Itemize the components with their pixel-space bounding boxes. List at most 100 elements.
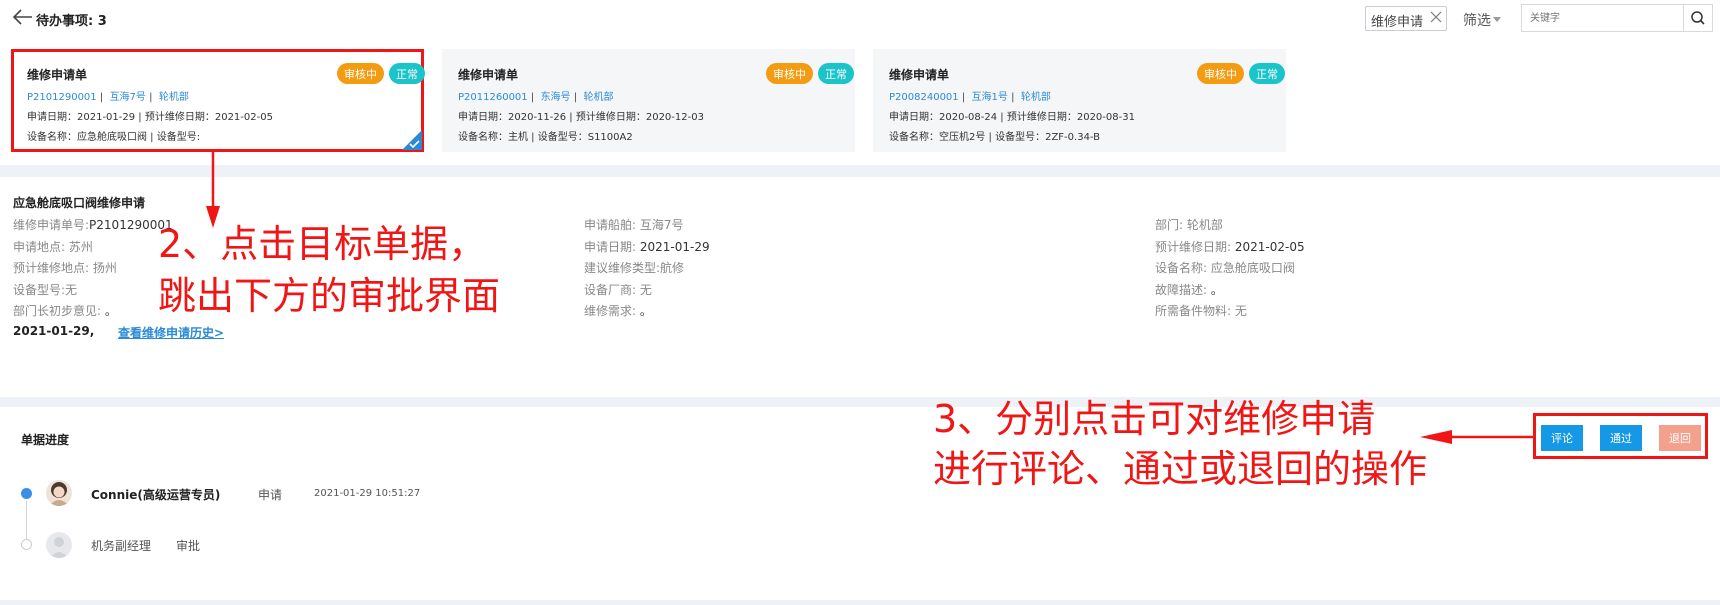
card-title: 维修申请单: [27, 68, 88, 82]
search-icon: [1691, 11, 1705, 25]
card-department-link[interactable]: 轮机部: [159, 92, 189, 103]
avatar: [46, 480, 72, 506]
progress-title: 单据进度: [21, 433, 70, 447]
filter-dropdown[interactable]: 筛选: [1463, 10, 1501, 30]
annotation-step2: 2、点击目标单据， 跳出下方的审批界面: [158, 218, 500, 322]
field-value: 互海7号: [636, 218, 684, 232]
bottom-divider: [0, 600, 1720, 605]
field-label: 部门:: [1155, 218, 1184, 232]
detail-field: 设备厂商: 无: [584, 281, 652, 298]
annotation-step3: 3、分别点击可对维修申请 进行评论、通过或退回的操作: [933, 394, 1427, 494]
detail-field: 故障描述: 。: [1155, 281, 1223, 298]
detail-title: 应急舱底吸口阀维修申请: [13, 196, 146, 210]
card-ship-link[interactable]: 互海7号: [110, 92, 146, 103]
request-card[interactable]: 维修申请单 审核中 正常 P2011260001 | 东海号 | 轮机部 申请日…: [442, 49, 855, 152]
annotation-line: 2、点击目标单据，: [158, 222, 487, 266]
detail-field: 维修需求: 。: [584, 302, 652, 319]
card-title: 维修申请单: [458, 68, 519, 82]
card-ship-link[interactable]: 东海号: [541, 92, 571, 103]
card-number-link[interactable]: P2101290001: [27, 92, 97, 103]
request-card[interactable]: 维修申请单 审核中 正常 P2008240001 | 互海1号 | 轮机部 申请…: [873, 49, 1286, 152]
search-button[interactable]: [1683, 4, 1713, 32]
filter-tag[interactable]: 维修申请: [1365, 6, 1447, 31]
avatar: [46, 532, 72, 558]
page-title: 待办事项: 3: [36, 14, 107, 29]
detail-field: 申请地点: 苏州: [13, 238, 93, 255]
check-icon: [402, 130, 422, 150]
request-card-selected[interactable]: 维修申请单 审核中 正常 P2101290001 | 互海7号 | 轮机部 申请…: [11, 49, 425, 152]
card-department-link[interactable]: 轮机部: [1021, 92, 1051, 103]
field-value: 航修: [660, 261, 685, 275]
timeline-line: [26, 501, 27, 539]
status-badge-normal: 正常: [1249, 63, 1285, 84]
field-label: 预计维修地点:: [13, 261, 90, 275]
timeline-dot-active: [21, 488, 32, 499]
step-time: 2021-01-29 10:51:27: [314, 488, 421, 499]
field-value: 苏州: [65, 240, 93, 254]
status-badge-normal: 正常: [389, 63, 425, 84]
section-divider: [0, 165, 1720, 177]
annotation-line: 跳出下方的审批界面: [158, 274, 501, 318]
card-equipment: 设备名称：应急舱底吸口阀 | 设备型号:: [27, 132, 201, 143]
field-value: 2021-02-05: [1231, 240, 1305, 254]
field-label: 部门长初步意见:: [13, 304, 102, 318]
detail-field: 申请日期: 2021-01-29: [584, 238, 710, 255]
annotation-line: 3、分别点击可对维修申请: [933, 397, 1376, 441]
filter-tag-label: 维修申请: [1371, 15, 1424, 30]
field-label: 设备厂商:: [584, 283, 637, 297]
field-value: 无: [1231, 304, 1247, 318]
card-title: 维修申请单: [889, 68, 950, 82]
field-label: 预计维修日期:: [1155, 240, 1232, 254]
history-link[interactable]: 查看维修申请历史>: [118, 324, 224, 341]
detail-field: 预计维修日期: 2021-02-05: [1155, 238, 1305, 255]
card-number-link[interactable]: P2011260001: [458, 92, 528, 103]
field-label: 建议维修类型:: [584, 261, 661, 275]
card-links: P2008240001 | 互海1号 | 轮机部: [889, 92, 1051, 103]
back-arrow-icon[interactable]: [12, 7, 34, 27]
detail-date: 2021-01-29,: [13, 324, 95, 338]
approve-button[interactable]: 通过: [1600, 425, 1642, 451]
detail-field: 部门: 轮机部: [1155, 216, 1223, 233]
user-avatar-icon: [49, 482, 69, 506]
field-label: 申请船舶:: [584, 218, 637, 232]
card-ship-link[interactable]: 互海1号: [972, 92, 1008, 103]
user-avatar-icon: [50, 537, 68, 558]
card-equipment: 设备名称：空压机2号 | 设备型号：2ZF-0.34-B: [889, 132, 1101, 143]
card-number-link[interactable]: P2008240001: [889, 92, 959, 103]
field-value: 无: [65, 283, 78, 297]
reject-button[interactable]: 退回: [1659, 425, 1701, 451]
close-icon[interactable]: [1429, 10, 1443, 24]
field-label: 申请地点:: [13, 240, 66, 254]
card-dates: 申请日期：2020-11-26 | 预计维修日期：2020-12-03: [458, 112, 704, 123]
step-action: 审批: [176, 539, 201, 553]
detail-field: 预计维修地点: 扬州: [13, 259, 117, 276]
detail-field: 建议维修类型:航修: [584, 259, 684, 276]
search-input[interactable]: [1521, 4, 1684, 32]
comment-button[interactable]: 评论: [1541, 425, 1583, 451]
field-label: 设备型号:: [13, 283, 66, 297]
field-value: 无: [636, 283, 652, 297]
detail-field: 所需备件物料: 无: [1155, 302, 1247, 319]
field-label: 维修申请单号:: [13, 218, 90, 232]
field-label: 故障描述:: [1155, 283, 1208, 297]
card-dates: 申请日期：2020-08-24 | 预计维修日期：2020-08-31: [889, 112, 1135, 123]
card-equipment: 设备名称：主机 | 设备型号：S1100A2: [458, 132, 633, 143]
step-name: 机务副经理: [91, 539, 152, 553]
detail-field: 申请船舶: 互海7号: [584, 216, 684, 233]
status-badge-review: 审核中: [337, 63, 384, 84]
card-department-link[interactable]: 轮机部: [583, 92, 613, 103]
card-links: P2011260001 | 东海号 | 轮机部: [458, 92, 614, 103]
card-dates: 申请日期：2021-01-29 | 预计维修日期：2021-02-05: [27, 112, 273, 123]
section-divider: [0, 397, 1720, 407]
field-value: 应急舱底吸口阀: [1207, 261, 1295, 275]
status-badge-review: 审核中: [766, 63, 813, 84]
step-action: 申请: [258, 488, 283, 502]
field-value: 。: [1207, 283, 1223, 297]
timeline-dot-pending: [21, 539, 32, 550]
detail-field: 维修申请单号:P2101290001: [13, 216, 173, 233]
field-value: 扬州: [89, 261, 117, 275]
card-links: P2101290001 | 互海7号 | 轮机部: [27, 92, 189, 103]
field-label: 维修需求:: [584, 304, 637, 318]
step-name: Connie(高级运营专员): [91, 488, 221, 502]
field-label: 设备名称:: [1155, 261, 1208, 275]
